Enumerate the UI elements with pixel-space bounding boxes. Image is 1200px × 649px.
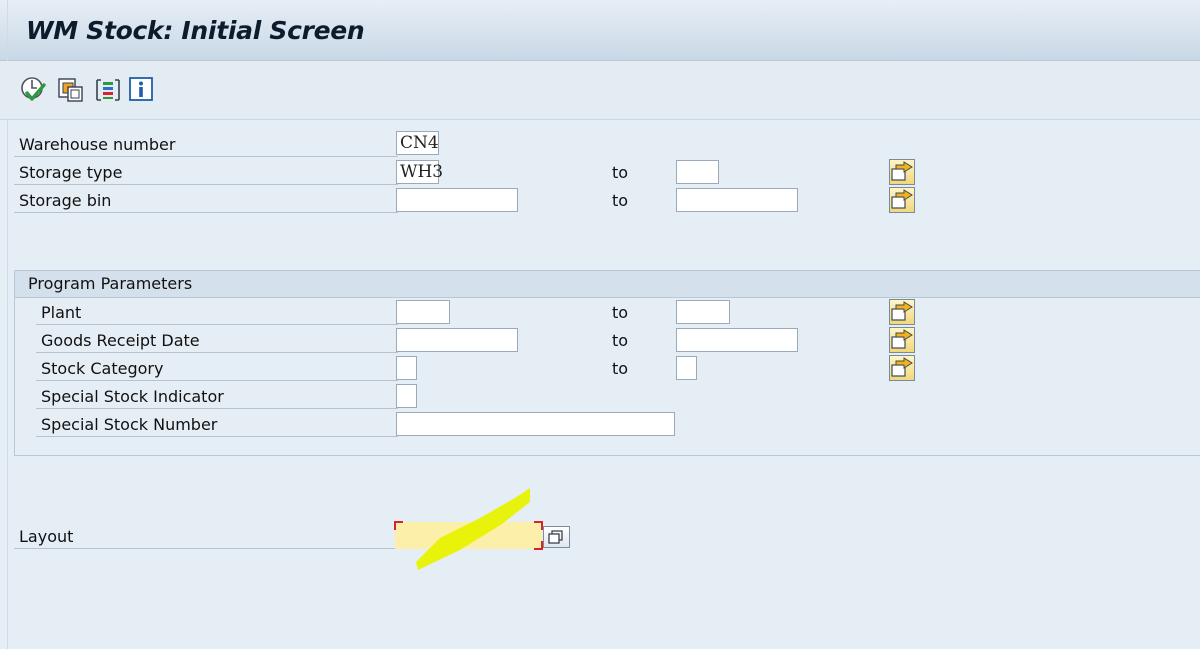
row-divider bbox=[14, 548, 398, 549]
plant-to-input[interactable] bbox=[676, 300, 730, 324]
application-toolbar bbox=[0, 61, 1200, 120]
stock-category-to-label: to bbox=[612, 359, 629, 378]
info-icon[interactable] bbox=[128, 76, 154, 102]
storage-type-from-input[interactable]: WH3 bbox=[396, 160, 443, 184]
row-divider bbox=[36, 352, 398, 353]
multiple-selection-button[interactable] bbox=[889, 327, 915, 353]
storage-bin-from-input[interactable] bbox=[396, 188, 518, 212]
get-variant-icon[interactable] bbox=[57, 76, 83, 102]
layout-value-help-button[interactable] bbox=[543, 526, 570, 548]
storage-type-label: Storage type bbox=[19, 163, 123, 182]
group-header bbox=[15, 271, 1200, 298]
group-title: Program Parameters bbox=[28, 274, 193, 293]
special-stock-number-label: Special Stock Number bbox=[41, 415, 218, 434]
goods-receipt-date-from-input[interactable] bbox=[396, 328, 518, 352]
row-divider bbox=[36, 408, 398, 409]
row-divider bbox=[36, 380, 398, 381]
multiple-selection-icon bbox=[891, 189, 913, 209]
multiple-selection-button[interactable] bbox=[889, 159, 915, 185]
storage-bin-to-label: to bbox=[612, 191, 629, 210]
multiple-selection-button[interactable] bbox=[889, 187, 915, 213]
row-divider bbox=[36, 324, 398, 325]
multiple-selection-icon bbox=[891, 161, 913, 181]
layout-label: Layout bbox=[19, 527, 74, 546]
storage-bin-to-input[interactable] bbox=[676, 188, 798, 212]
highlighter-stroke bbox=[416, 488, 530, 570]
plant-label: Plant bbox=[41, 303, 82, 322]
warehouse-number-label: Warehouse number bbox=[19, 135, 176, 154]
special-stock-indicator-label: Special Stock Indicator bbox=[41, 387, 224, 406]
goods-receipt-date-to-label: to bbox=[612, 331, 629, 350]
plant-to-label: to bbox=[612, 303, 629, 322]
storage-type-to-label: to bbox=[612, 163, 629, 182]
stock-category-from-input[interactable] bbox=[396, 356, 417, 380]
goods-receipt-date-label: Goods Receipt Date bbox=[41, 331, 200, 350]
multiple-selection-icon bbox=[891, 301, 913, 321]
selection-options-icon[interactable] bbox=[94, 76, 120, 102]
multiple-selection-button[interactable] bbox=[889, 299, 915, 325]
multiple-selection-icon bbox=[891, 329, 913, 349]
warehouse-number-input[interactable]: CN4 bbox=[396, 131, 439, 155]
stock-category-label: Stock Category bbox=[41, 359, 164, 378]
special-stock-number-input[interactable] bbox=[396, 412, 675, 436]
row-divider bbox=[14, 212, 398, 213]
multiple-selection-button[interactable] bbox=[889, 355, 915, 381]
title-bar: WM Stock: Initial Screen bbox=[0, 0, 1200, 61]
row-divider bbox=[14, 156, 398, 157]
storage-bin-label: Storage bin bbox=[19, 191, 112, 210]
multiple-selection-icon bbox=[891, 357, 913, 377]
row-divider bbox=[36, 436, 398, 437]
special-stock-indicator-input[interactable] bbox=[396, 384, 417, 408]
goods-receipt-date-to-input[interactable] bbox=[676, 328, 798, 352]
execute-icon[interactable] bbox=[20, 76, 46, 102]
possible-entries-icon bbox=[548, 530, 563, 544]
row-divider bbox=[14, 184, 398, 185]
plant-from-input[interactable] bbox=[396, 300, 450, 324]
page-title: WM Stock: Initial Screen bbox=[26, 16, 365, 45]
stock-category-to-input[interactable] bbox=[676, 356, 697, 380]
storage-type-to-input[interactable] bbox=[676, 160, 719, 184]
